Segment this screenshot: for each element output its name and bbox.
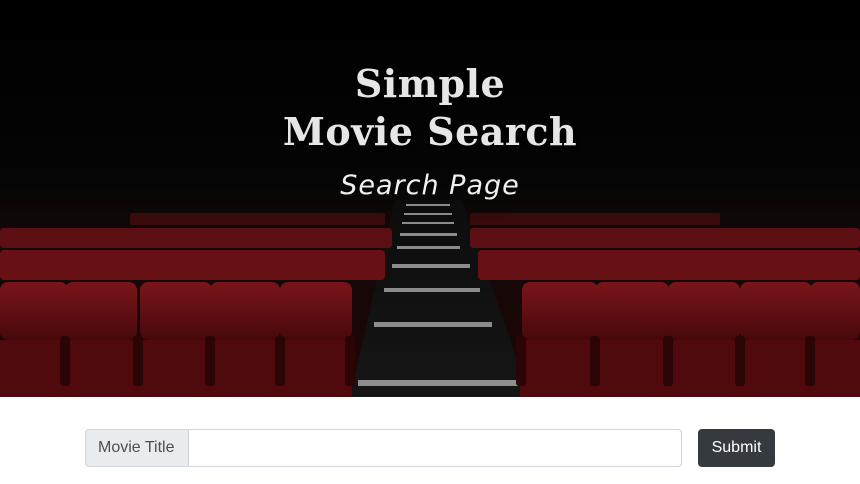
submit-button[interactable]: Submit xyxy=(698,429,775,467)
page-title-line-1: Simple xyxy=(354,61,506,106)
movie-title-input[interactable] xyxy=(188,429,682,467)
movie-search-form: Movie Title Submit xyxy=(85,429,775,467)
movie-title-input-group: Movie Title xyxy=(85,429,682,467)
hero-banner: Simple Movie Search Search Page xyxy=(0,0,860,397)
movie-title-label: Movie Title xyxy=(85,429,188,467)
page-subtitle: Search Page xyxy=(340,170,520,201)
page-title-line-2: Movie Search xyxy=(282,109,578,154)
hero-heading-block: Simple Movie Search Search Page xyxy=(0,60,860,201)
